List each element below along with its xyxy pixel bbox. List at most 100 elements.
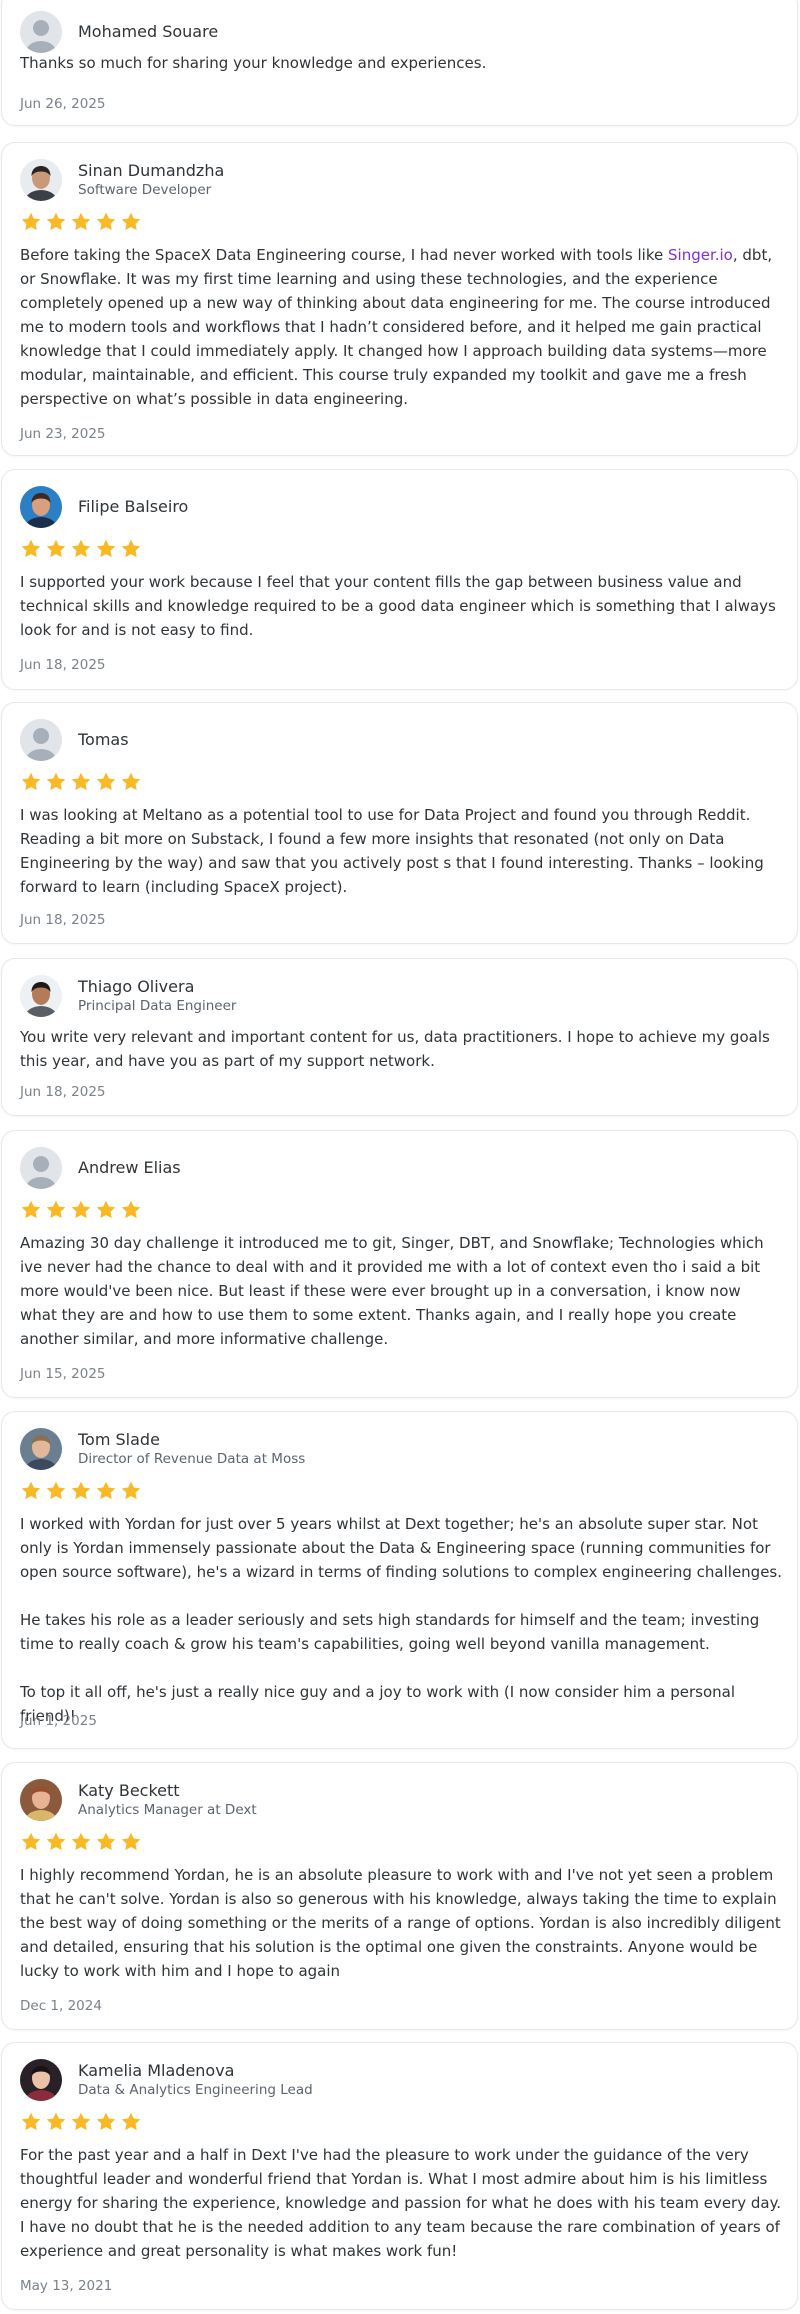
- reviewer-header: Katy Beckett Analytics Manager at Dext: [20, 1779, 257, 1821]
- star-icon: [21, 539, 41, 558]
- star-icon: [71, 1832, 91, 1851]
- reviewer-header: Tomas: [20, 719, 129, 761]
- star-icon: [46, 1200, 66, 1219]
- review-date: Jun 23, 2025: [20, 426, 106, 442]
- avatar: [20, 486, 62, 528]
- testimonial-card: Thiago Olivera Principal Data Engineer You…: [1, 958, 798, 1116]
- star-icon: [96, 1481, 116, 1500]
- star-icon: [46, 539, 66, 558]
- star-icon: [71, 1200, 91, 1219]
- review-text: I was looking at Meltano as a potential …: [20, 803, 782, 899]
- star-icon: [96, 1832, 116, 1851]
- star-icon: [96, 2112, 116, 2131]
- reviewer-name: Tomas: [78, 730, 129, 749]
- review-text: Thanks so much for sharing your knowledg…: [20, 51, 782, 75]
- review-paragraph: I have no doubt that he is the needed ad…: [20, 2218, 780, 2260]
- star-icon: [71, 539, 91, 558]
- review-paragraph: I worked with Yordan for just over 5 yea…: [20, 1515, 783, 1581]
- reviewer-header: Mohamed Souare: [20, 11, 218, 53]
- testimonial-card: Tom Slade Director of Revenue Data at Mos…: [1, 1411, 798, 1749]
- star-icon: [121, 1832, 141, 1851]
- avatar: [20, 1779, 62, 1821]
- default-avatar-icon: [20, 11, 62, 53]
- default-avatar-icon: [20, 719, 62, 761]
- reviewer-header: Thiago Olivera Principal Data Engineer: [20, 975, 236, 1017]
- review-text-part: Before taking the SpaceX Data Engineerin…: [20, 246, 669, 264]
- review-text: I supported your work because I feel tha…: [20, 570, 782, 642]
- star-icon: [46, 212, 66, 231]
- testimonials-list: Mohamed Souare Thanks so much for sharing…: [0, 0, 800, 2314]
- star-rating: [20, 771, 142, 793]
- review-paragraph: You write very relevant and important co…: [20, 1028, 770, 1070]
- singer-io-link[interactable]: Singer.io: [668, 246, 733, 264]
- star-icon: [96, 772, 116, 791]
- star-icon: [71, 2112, 91, 2131]
- avatar: [20, 1428, 62, 1470]
- star-icon: [121, 212, 141, 231]
- reviewer-role: Analytics Manager at Dext: [78, 1802, 257, 1818]
- review-text: For the past year and a half in Dext I'v…: [20, 2143, 782, 2263]
- star-rating: [20, 1831, 142, 1853]
- reviewer-header: Kamelia Mladenova Data & Analytics Engine…: [20, 2059, 313, 2101]
- star-rating: [20, 1199, 142, 1221]
- star-icon: [121, 772, 141, 791]
- reviewer-name: Katy Beckett: [78, 1781, 180, 1800]
- reviewer-name: Thiago Olivera: [78, 977, 195, 996]
- review-text: I worked with Yordan for just over 5 yea…: [20, 1512, 782, 1728]
- star-icon: [46, 772, 66, 791]
- star-icon: [46, 1832, 66, 1851]
- star-icon: [71, 772, 91, 791]
- review-text-part: , dbt, or Snowflake. It was my first tim…: [20, 246, 773, 408]
- star-icon: [71, 212, 91, 231]
- reviewer-name: Mohamed Souare: [78, 22, 219, 41]
- star-rating: [20, 1480, 142, 1502]
- review-text: Amazing 30 day challenge it introduced m…: [20, 1231, 782, 1351]
- star-icon: [21, 1200, 41, 1219]
- review-date: Dec 1, 2024: [20, 1998, 102, 2014]
- reviewer-header: Andrew Elias: [20, 1147, 181, 1189]
- review-paragraph: I highly recommend Yordan, he is an abso…: [20, 1866, 781, 1980]
- review-paragraph: He takes his role as a leader seriously …: [20, 1611, 760, 1653]
- reviewer-role: Software Developer: [78, 182, 212, 198]
- review-date: Jun 15, 2025: [20, 1366, 106, 1382]
- star-icon: [121, 1481, 141, 1500]
- star-icon: [21, 2112, 41, 2131]
- star-icon: [121, 2112, 141, 2131]
- review-text: You write very relevant and important co…: [20, 1025, 782, 1073]
- reviewer-name: Tom Slade: [78, 1430, 160, 1449]
- star-icon: [21, 212, 41, 231]
- star-icon: [46, 2112, 66, 2131]
- star-icon: [21, 772, 41, 791]
- star-rating: [20, 538, 142, 560]
- review-paragraph: I was looking at Meltano as a potential …: [20, 806, 764, 896]
- reviewer-name: Sinan Dumandzha: [78, 161, 225, 180]
- review-text: I highly recommend Yordan, he is an abso…: [20, 1863, 782, 1983]
- reviewer-name: Kamelia Mladenova: [78, 2061, 235, 2080]
- star-rating: [20, 211, 142, 233]
- testimonial-card: Mohamed Souare Thanks so much for sharing…: [1, 0, 798, 126]
- star-icon: [121, 1200, 141, 1219]
- reviewer-name: Filipe Balseiro: [78, 497, 189, 516]
- avatar: [20, 2059, 62, 2101]
- star-icon: [96, 539, 116, 558]
- review-date: Jun 18, 2025: [20, 912, 106, 928]
- review-paragraph: To top it all off, he's just a really ni…: [20, 1683, 736, 1725]
- reviewer-role: Principal Data Engineer: [78, 998, 237, 1014]
- reviewer-header: Filipe Balseiro: [20, 486, 188, 528]
- reviewer-role: Director of Revenue Data at Moss: [78, 1451, 306, 1467]
- review-paragraph: For the past year and a half in Dext I'v…: [20, 2146, 782, 2212]
- star-icon: [46, 1481, 66, 1500]
- avatar: [20, 975, 62, 1017]
- testimonial-card: Tomas I was looking at Meltano as a poten…: [1, 702, 798, 944]
- star-icon: [21, 1832, 41, 1851]
- review-paragraph: I supported your work because I feel tha…: [20, 573, 776, 639]
- testimonial-card: Katy Beckett Analytics Manager at Dext I h…: [1, 1762, 798, 2030]
- review-paragraph: Amazing 30 day challenge it introduced m…: [20, 1234, 764, 1348]
- reviewer-header: Sinan Dumandzha Software Developer: [20, 159, 224, 201]
- reviewer-header: Tom Slade Director of Revenue Data at Mos…: [20, 1428, 305, 1470]
- star-icon: [96, 212, 116, 231]
- reviewer-role: Data & Analytics Engineering Lead: [78, 2082, 313, 2098]
- star-rating: [20, 2111, 142, 2133]
- star-icon: [21, 1481, 41, 1500]
- testimonial-card: Andrew Elias Amazing 30 day challenge it …: [1, 1130, 798, 1398]
